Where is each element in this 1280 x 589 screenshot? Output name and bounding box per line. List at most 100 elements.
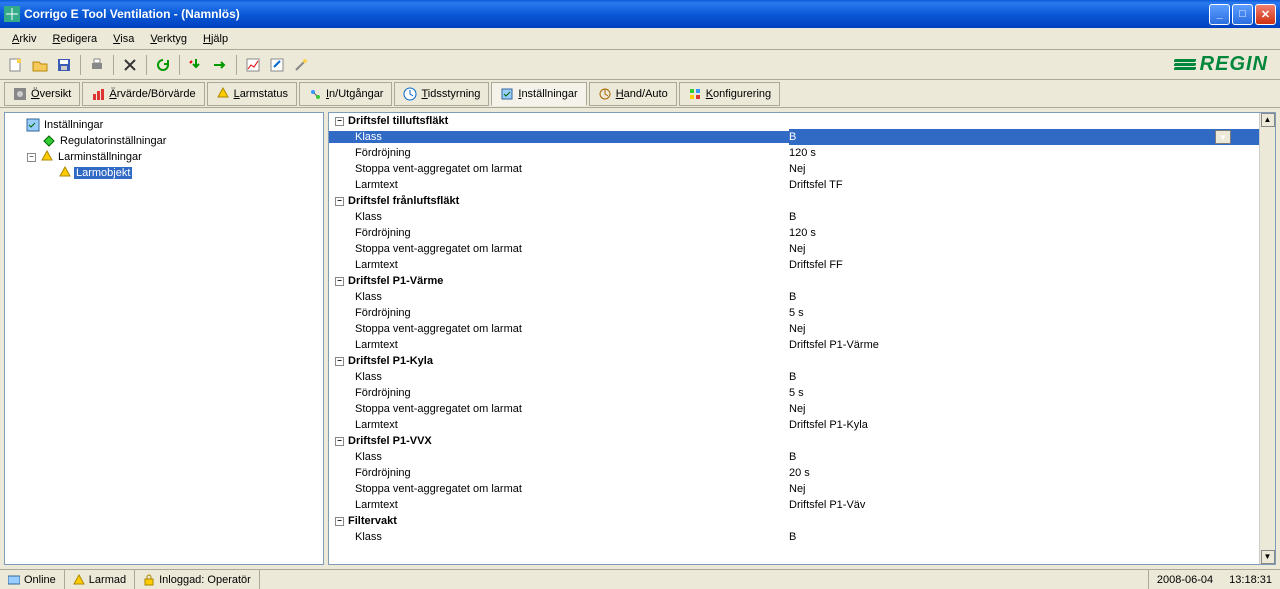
property-value[interactable]: Driftsfel FF [789,259,1259,271]
tree-item[interactable]: Regulatorinställningar [9,133,319,149]
property-row[interactable]: Fördröjning120 s [329,225,1259,241]
new-icon[interactable] [5,54,27,76]
property-row[interactable]: Fördröjning5 s [329,385,1259,401]
group-header[interactable]: −Driftsfel frånluftsfläkt [329,193,1259,209]
property-label: Klass [329,291,789,303]
menu-arkiv[interactable]: Arkiv [4,31,44,47]
property-value[interactable]: 5 s [789,387,1259,399]
property-value[interactable]: B [789,371,1259,383]
tree-label: Larminställningar [56,151,144,163]
tab-instllningar[interactable]: Inställningar [491,82,586,106]
tree-expander-icon[interactable]: − [27,153,36,162]
tab-larmstatus[interactable]: Larmstatus [207,82,297,106]
print-icon[interactable] [86,54,108,76]
property-value[interactable]: Driftsfel P1-Väv [789,499,1259,511]
property-row[interactable]: Stoppa vent-aggregatet om larmatNej [329,321,1259,337]
vertical-scrollbar[interactable]: ▲ ▼ [1259,113,1275,564]
tab-inutgngar[interactable]: In/Utgångar [299,82,393,106]
tree-panel[interactable]: InställningarRegulatorinställningar − Larm… [4,112,324,565]
group-header[interactable]: −Driftsfel P1-Kyla [329,353,1259,369]
property-value[interactable]: Nej [789,323,1259,335]
property-row[interactable]: Stoppa vent-aggregatet om larmatNej [329,481,1259,497]
minimize-button[interactable]: _ [1209,4,1230,25]
property-value[interactable]: Nej [789,163,1259,175]
app-icon [4,6,20,22]
property-row[interactable]: KlassB [329,289,1259,305]
edit-icon[interactable] [266,54,288,76]
property-row[interactable]: Stoppa vent-aggregatet om larmatNej [329,161,1259,177]
maximize-button[interactable]: □ [1232,4,1253,25]
group-header[interactable]: −Driftsfel P1-Värme [329,273,1259,289]
refresh-icon[interactable] [152,54,174,76]
property-value[interactable]: 120 s [789,227,1259,239]
property-row[interactable]: KlassB [329,449,1259,465]
property-row[interactable]: KlassB [329,369,1259,385]
group-header[interactable]: −Driftsfel P1-VVX [329,433,1259,449]
property-row[interactable]: LarmtextDriftsfel P1-Kyla [329,417,1259,433]
collapse-icon[interactable]: − [335,437,344,446]
property-value[interactable]: 5 s [789,307,1259,319]
property-row[interactable]: KlassB [329,209,1259,225]
tab-versikt[interactable]: Översikt [4,82,80,106]
property-value[interactable]: B [789,211,1259,223]
collapse-icon[interactable]: − [335,277,344,286]
property-row[interactable]: LarmtextDriftsfel TF [329,177,1259,193]
property-row[interactable]: LarmtextDriftsfel P1-Väv [329,497,1259,513]
property-value[interactable]: 120 s [789,147,1259,159]
scroll-up-icon[interactable]: ▲ [1261,113,1275,127]
sync-right-icon[interactable] [209,54,231,76]
collapse-icon[interactable]: − [335,357,344,366]
sync-down-icon[interactable] [185,54,207,76]
scroll-down-icon[interactable]: ▼ [1261,550,1275,564]
tab-handauto[interactable]: Hand/Auto [589,82,677,106]
property-value[interactable]: Driftsfel TF [789,179,1259,191]
group-header[interactable]: −Driftsfel tilluftsfläkt [329,113,1259,129]
property-label: Fördröjning [329,307,789,319]
property-row[interactable]: LarmtextDriftsfel FF [329,257,1259,273]
open-icon[interactable] [29,54,51,76]
property-row[interactable]: Stoppa vent-aggregatet om larmatNej [329,401,1259,417]
group-header[interactable]: −Filtervakt [329,513,1259,529]
menu-hjalp[interactable]: Hjälp [195,31,236,47]
property-value[interactable]: Nej [789,403,1259,415]
tab-icon [308,87,322,101]
property-value[interactable]: 20 s [789,467,1259,479]
chart-icon[interactable] [242,54,264,76]
collapse-icon[interactable]: − [335,517,344,526]
property-value[interactable]: Nej [789,243,1259,255]
tree-item[interactable]: Inställningar [9,117,319,133]
property-value[interactable]: B [789,531,1259,543]
toolbar: REGIN [0,50,1280,80]
menu-visa[interactable]: Visa [105,31,142,47]
status-time: 13:18:31 [1221,570,1280,589]
menu-redigera[interactable]: Redigera [44,31,105,47]
property-row[interactable]: Stoppa vent-aggregatet om larmatNej [329,241,1259,257]
property-value[interactable]: Driftsfel P1-Värme [789,339,1259,351]
collapse-icon[interactable]: − [335,117,344,126]
tab-konfigurering[interactable]: Konfigurering [679,82,780,106]
property-row[interactable]: KlassB [329,529,1259,545]
property-value[interactable]: B [789,131,1259,143]
property-label: Larmtext [329,339,789,351]
tree-item[interactable]: Larmobjekt [9,165,319,181]
property-value[interactable]: B [789,451,1259,463]
property-row[interactable]: LarmtextDriftsfel P1-Värme [329,337,1259,353]
property-value[interactable]: Nej [789,483,1259,495]
property-value[interactable]: B [789,291,1259,303]
property-row[interactable]: Fördröjning5 s [329,305,1259,321]
property-row[interactable]: Fördröjning120 s [329,145,1259,161]
property-label: Klass [329,131,789,143]
property-row[interactable]: Fördröjning20 s [329,465,1259,481]
wizard-icon[interactable] [290,54,312,76]
tab-tidsstyrning[interactable]: Tidsstyrning [394,82,489,106]
close-button[interactable]: ✕ [1255,4,1276,25]
property-row[interactable]: KlassB▼ [329,129,1259,145]
menu-verktyg[interactable]: Verktyg [142,31,195,47]
tree-item[interactable]: − Larminställningar [9,149,319,165]
collapse-icon[interactable]: − [335,197,344,206]
dropdown-icon[interactable]: ▼ [1215,130,1231,144]
tab-rvrdebrvrde[interactable]: Ärvärde/Börvärde [82,82,204,106]
property-value[interactable]: Driftsfel P1-Kyla [789,419,1259,431]
delete-icon[interactable] [119,54,141,76]
save-icon[interactable] [53,54,75,76]
